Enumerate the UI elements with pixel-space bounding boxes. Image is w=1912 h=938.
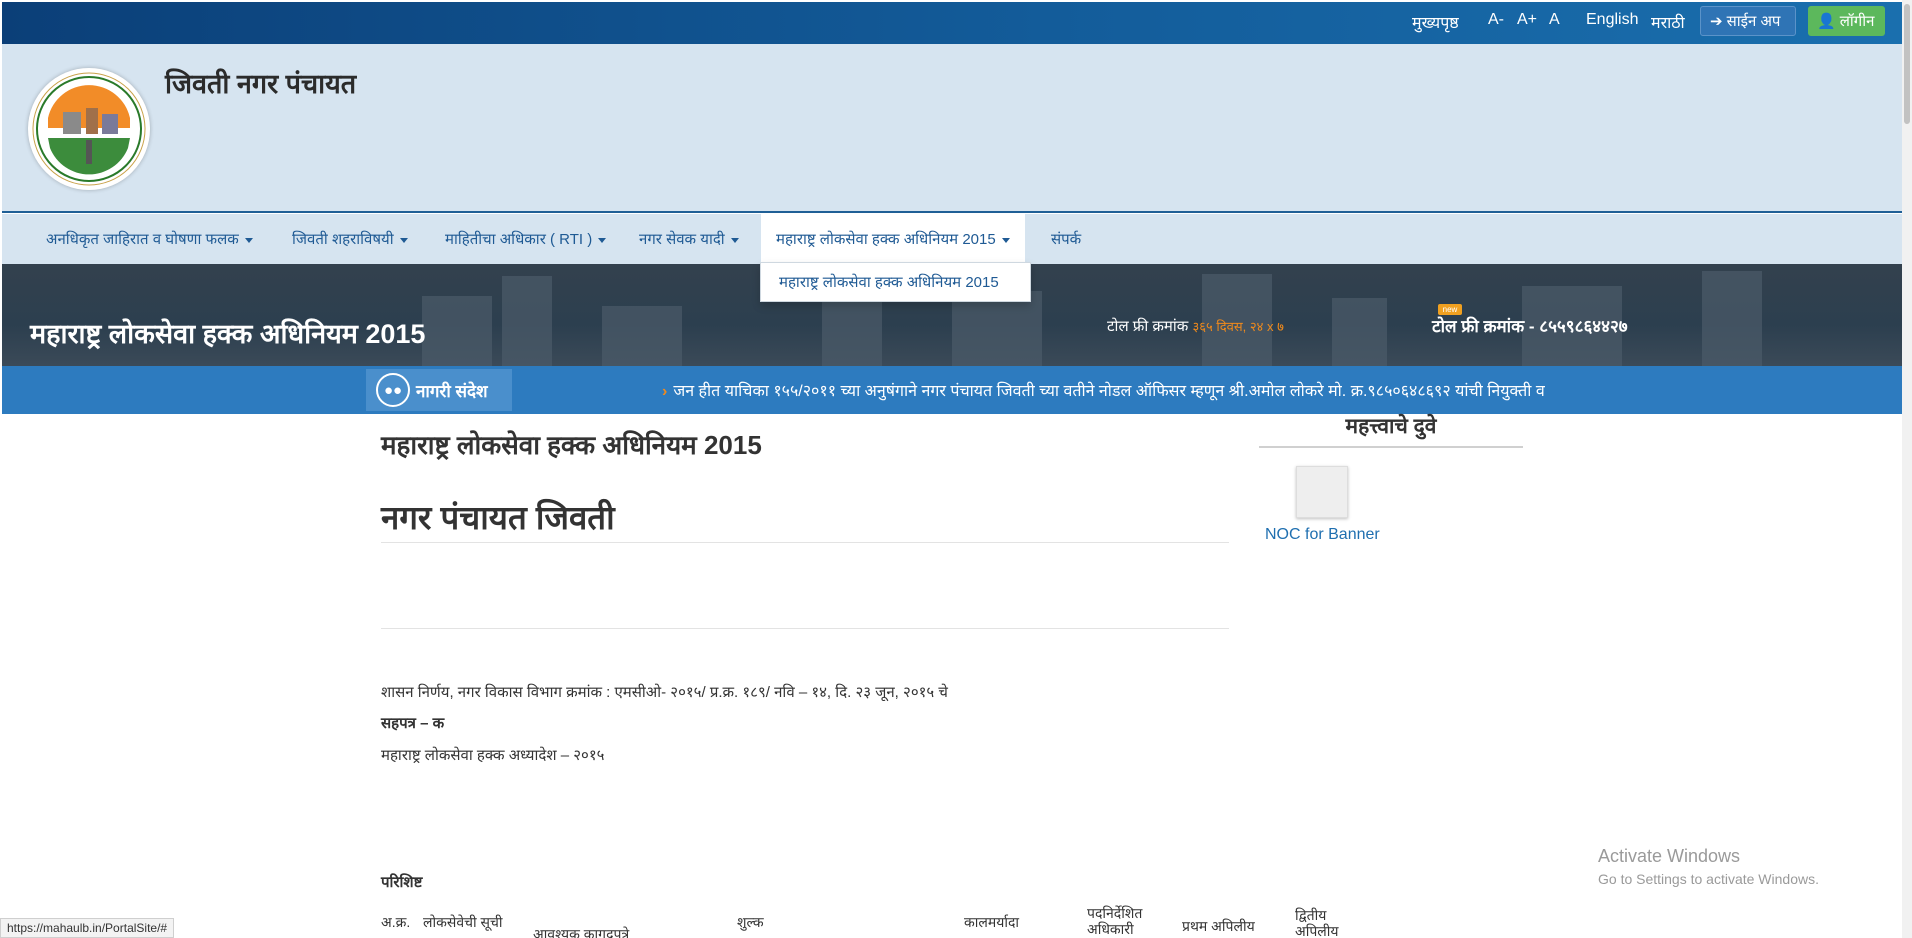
people-icon: ●● [376,373,410,407]
nav-item-label: नगर सेवक यादी [639,231,725,248]
divider [381,542,1229,543]
divider [381,628,1229,629]
lang-english-link[interactable]: English [1586,11,1638,29]
tollfree-label: टोल फ्री क्रमांक [1107,318,1189,335]
skyline-shape [1332,298,1387,366]
font-decrease-button[interactable]: A- [1488,11,1504,29]
site-header: जिवती नगर पंचायत [2,44,1902,213]
main-nav: अनधिकृत जाहिरात व घोषणा फलक जिवती शहरावि… [2,214,1902,264]
login-button[interactable]: 👤 लॉगीन [1808,6,1885,36]
link-thumbnail[interactable] [1296,466,1348,518]
skyline-shape [422,296,492,366]
vertical-scrollbar[interactable] [1902,0,1912,938]
font-increase-button[interactable]: A+ [1517,11,1537,29]
nav-item-unauthorized-ads[interactable]: अनधिकृत जाहिरात व घोषणा फलक [46,214,253,264]
site-title: जिवती नगर पंचायत [165,69,357,99]
nav-item-label: जिवती शहराविषयी [292,231,394,248]
lang-marathi-link[interactable]: मराठी [1651,11,1685,33]
table-header: द्वितीय अपिलीय [1295,907,1339,938]
table-header: शुल्क [737,914,764,930]
caret-down-icon [730,237,739,243]
notice-label: ●● नागरी संदेश [366,369,512,411]
user-icon: 👤 [1817,13,1836,30]
table-header: अ.क्र. [381,914,411,930]
scrollbar-thumb[interactable] [1904,4,1910,124]
font-reset-button[interactable]: A [1549,11,1560,29]
appendix-heading: परिशिष्ट [381,874,423,891]
page-heading: महाराष्ट्र लोकसेवा हक्क अधिनियम 2015 [381,430,762,460]
caret-down-icon [598,237,607,243]
table-header: लोकसेवेची सूची [423,914,503,930]
caret-down-icon [399,237,408,243]
site-logo[interactable] [28,68,150,190]
table-header: पदनिर्देशित अधिकारी [1087,905,1143,937]
table-header: कालमर्यादा [964,914,1020,930]
skyline-shape [602,306,682,366]
tollfree-availability: ३६५ दिवस, २४ x ७ [1192,319,1284,334]
nav-item-rti[interactable]: माहितीचा अधिकार ( RTI ) [445,214,607,264]
nav-item-label: अनधिकृत जाहिरात व घोषणा फलक [46,231,239,248]
tollfree-number: टोल फ्री क्रमांक - ८५५९८६४४२७ [1432,317,1628,336]
annexure-label: सहपत्र – क [381,715,445,732]
home-link[interactable]: मुख्यपृष्ठ [1412,11,1459,33]
banner-title: महाराष्ट्र लोकसेवा हक्क अधिनियम 2015 [30,319,426,349]
windows-activation-title: Activate Windows [1598,846,1741,866]
signup-button[interactable]: ➔ साईन अप [1700,6,1796,36]
important-links-title: महत्त्वाचे दुवे [1345,415,1437,438]
nav-item-about-city[interactable]: जिवती शहराविषयी [292,214,408,264]
nav-item-label: माहितीचा अधिकार ( RTI ) [445,231,593,248]
skyline-shape [1702,271,1762,366]
caret-down-icon [244,237,253,243]
notice-label-text: नागरी संदेश [416,381,488,401]
nav-item-councillors[interactable]: नगर सेवक यादी [639,214,739,264]
top-utility-bar: मुख्यपृष्ठ A- A+ A English मराठी ➔ साईन … [2,2,1902,44]
signup-label: साईन अप [1726,13,1781,30]
notice-ticker: ●● नागरी संदेश › जन हीत याचिका १५५/२०११ च… [2,366,1902,414]
noc-banner-link[interactable]: NOC for Banner [1265,526,1380,544]
page-subheading: नगर पंचायत जिवती [381,499,615,536]
notice-text[interactable]: › जन हीत याचिका १५५/२०११ च्या अनुषंगाने न… [662,379,1545,401]
table-header: प्रथम अपिलीय [1182,918,1255,934]
status-bar-url: https://mahaulb.in/PortalSite/# [0,918,175,938]
caret-down-icon [1001,237,1010,243]
skyline-shape [952,291,1042,366]
chevron-right-icon: › [662,383,668,400]
login-label: लॉगीन [1839,13,1875,30]
tollfree-hours: टोल फ्री क्रमांक ३६५ दिवस, २४ x ७ [1107,316,1284,336]
nav-item-label: संपर्क [1051,231,1082,248]
ordinance-title: महाराष्ट्र लोकसेवा हक्क अध्यादेश – २०१५ [381,747,605,764]
nav-item-label: महाराष्ट्र लोकसेवा हक्क अधिनियम 2015 [776,231,996,248]
divider [1259,446,1523,448]
nav-item-contact[interactable]: संपर्क [1051,214,1081,264]
nav-item-public-service-act[interactable]: महाराष्ट्र लोकसेवा हक्क अधिनियम 2015 [761,214,1025,264]
gr-reference: शासन निर्णय, नगर विकास विभाग क्रमांक : ए… [381,684,948,701]
windows-activation-subtitle: Go to Settings to activate Windows. [1598,871,1819,887]
table-header: आवश्यक कागदपत्रे [533,926,630,938]
signin-icon: ➔ [1710,13,1723,30]
skyline-shape [502,276,552,366]
nav-dropdown-item[interactable]: महाराष्ट्र लोकसेवा हक्क अधिनियम 2015 [760,262,1031,302]
notice-message: जन हीत याचिका १५५/२०११ च्या अनुषंगाने नग… [673,383,1545,400]
